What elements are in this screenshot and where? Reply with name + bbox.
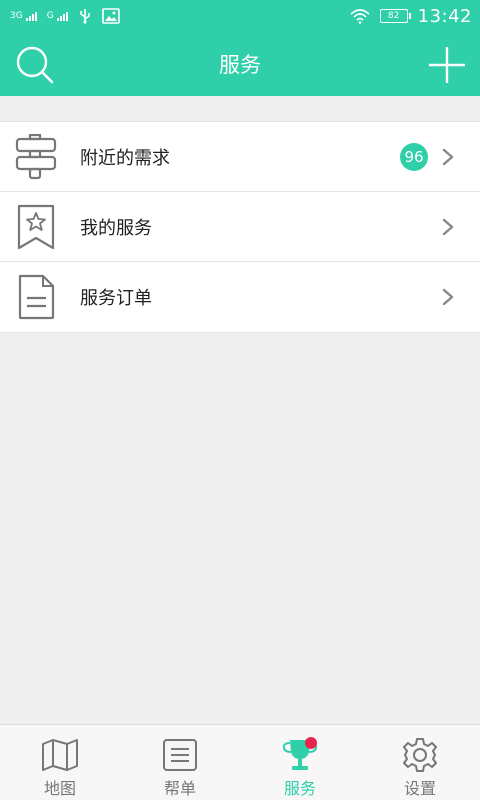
signal-label: G — [46, 11, 54, 21]
list-item-label: 服务订单 — [80, 288, 152, 309]
chevron-right-icon — [442, 288, 454, 306]
signpost-icon — [14, 132, 58, 182]
status-left: 3G G — [10, 8, 120, 24]
chevron-right-icon — [442, 218, 454, 235]
service-menu-list: 附近的需求 96 我的服务 服务订单 — [0, 121, 480, 333]
gear-icon — [401, 737, 439, 773]
nav-label: 设置 — [403, 779, 436, 798]
usb-icon — [79, 9, 90, 24]
chevron-right-icon — [442, 148, 454, 165]
bottom-navigation: 地图 帮单 服务 设置 — [0, 724, 480, 800]
status-right: 82 13:42 — [350, 6, 472, 27]
bookmark-star-icon — [14, 202, 58, 252]
document-icon — [14, 272, 58, 322]
signal-icon: G — [47, 11, 68, 21]
battery-level: 82 — [387, 11, 400, 21]
clock: 13:42 — [417, 5, 472, 27]
app-header: 服务 — [0, 32, 480, 96]
count-badge: 96 — [400, 142, 428, 171]
list-item-my-services[interactable]: 我的服务 — [0, 192, 480, 262]
nav-item-map[interactable]: 地图 — [0, 725, 120, 800]
battery-icon: 82 — [379, 9, 411, 23]
list-item-label: 我的服务 — [80, 217, 152, 239]
nav-item-orders[interactable]: 帮单 — [120, 725, 240, 800]
trophy-icon — [281, 737, 319, 773]
nav-item-services[interactable]: 服务 — [240, 725, 360, 800]
map-icon — [41, 737, 79, 773]
signal-label: 3G — [10, 11, 23, 21]
list-item-label: 附近的需求 — [80, 147, 170, 169]
nav-label: 地图 — [43, 779, 76, 798]
nav-label: 服务 — [283, 779, 316, 798]
signal-icon: 3G — [10, 11, 37, 21]
wifi-icon — [350, 9, 370, 24]
list-icon — [161, 737, 199, 773]
list-item-nearby-demands[interactable]: 附近的需求 96 — [0, 122, 480, 192]
plus-icon[interactable] — [426, 44, 468, 86]
list-item-service-orders[interactable]: 服务订单 — [0, 262, 480, 332]
notification-dot — [305, 737, 317, 749]
image-icon — [101, 8, 120, 24]
status-bar: 3G G 82 13:42 — [0, 0, 480, 32]
nav-label: 帮单 — [163, 779, 196, 798]
page-title: 服务 — [219, 53, 261, 77]
nav-item-settings[interactable]: 设置 — [360, 725, 480, 800]
